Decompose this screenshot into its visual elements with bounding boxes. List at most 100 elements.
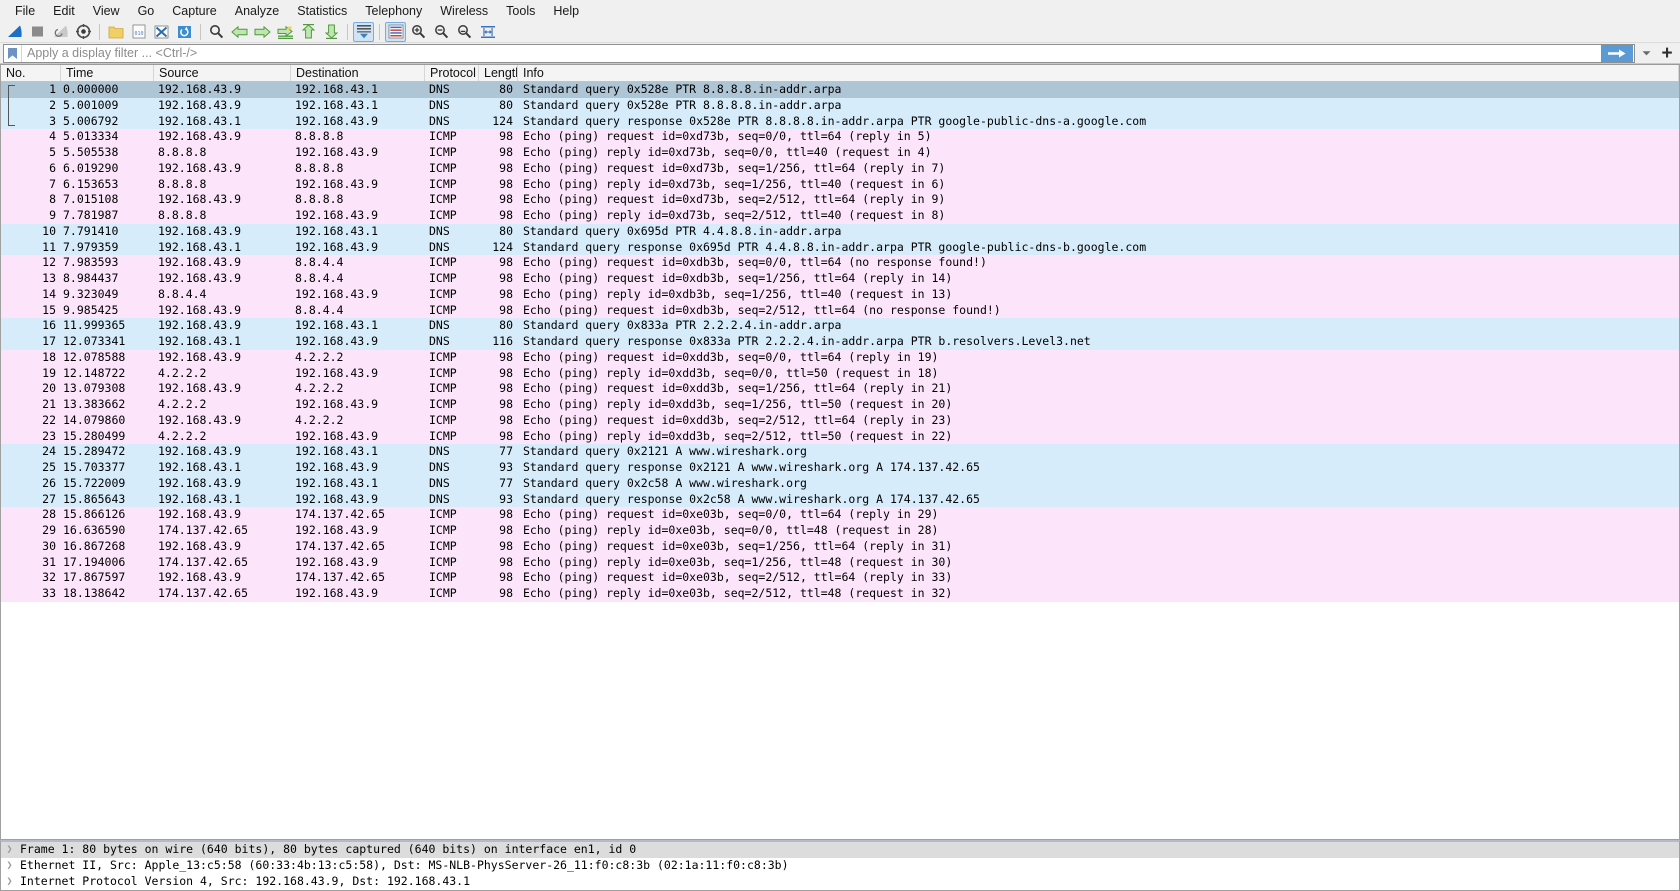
colorize-icon[interactable] bbox=[385, 21, 406, 42]
chevron-right-icon[interactable]: ❯ bbox=[1, 858, 18, 874]
table-row[interactable]: 29 16.636590 174.137.42.65 192.168.43.9 ICMP… bbox=[1, 523, 1679, 539]
start-capture-icon[interactable] bbox=[4, 22, 25, 42]
table-row[interactable]: 18 12.078588 192.168.43.9 4.2.2.2 ICMP 98 Echo… bbox=[1, 349, 1679, 366]
zoom-out-icon[interactable] bbox=[431, 22, 452, 42]
table-row[interactable]: 19 12.148722 4.2.2.2 192.168.43.9 ICMP 98 Echo… bbox=[1, 365, 1679, 382]
display-filter-input[interactable]: Apply a display filter ... <Ctrl-/> bbox=[3, 43, 1635, 63]
cell-destination: 192.168.43.9 bbox=[295, 428, 379, 443]
menu-item-help[interactable]: Help bbox=[544, 1, 588, 21]
resize-columns-icon[interactable] bbox=[477, 22, 498, 42]
table-row[interactable]: 1 0.000000 192.168.43.9 192.168.43.1 DNS 80 St… bbox=[1, 82, 1679, 98]
menu-item-wireless[interactable]: Wireless bbox=[431, 1, 497, 21]
menu-item-telephony[interactable]: Telephony bbox=[356, 1, 431, 21]
table-row[interactable]: 2 5.001009 192.168.43.9 192.168.43.1 DNS 80 St… bbox=[1, 97, 1679, 114]
table-row[interactable]: 28 15.866126 192.168.43.9 174.137.42.65 ICMP… bbox=[1, 507, 1679, 523]
packet-detail-row[interactable]: ❯ Internet Protocol Version 4, Src: 192.1… bbox=[1, 874, 1679, 890]
cell-source: 174.137.42.65 bbox=[158, 523, 249, 537]
go-back-icon[interactable] bbox=[229, 22, 250, 42]
menu-item-edit[interactable]: Edit bbox=[44, 1, 84, 21]
open-file-icon[interactable] bbox=[105, 22, 126, 42]
packet-detail-row[interactable]: ❯ Frame 1: 80 bytes on wire (640 bits), 8… bbox=[1, 842, 1679, 859]
column-header-length[interactable]: Length bbox=[479, 65, 518, 81]
menu-item-analyze[interactable]: Analyze bbox=[226, 1, 288, 21]
table-row[interactable]: 22 14.079860 192.168.43.9 4.2.2.2 ICMP 98 Echo… bbox=[1, 412, 1679, 429]
table-row[interactable]: 31 17.194006 174.137.42.65 192.168.43.9 ICMP… bbox=[1, 554, 1679, 571]
table-row[interactable]: 3 5.006792 192.168.43.1 192.168.43.9 DNS 124 S… bbox=[1, 113, 1679, 130]
column-header-protocol[interactable]: Protocol bbox=[425, 65, 479, 81]
cell-time: 15.865643 bbox=[63, 491, 126, 506]
menu-item-view[interactable]: View bbox=[84, 1, 129, 21]
go-forward-icon[interactable] bbox=[252, 22, 273, 42]
cell-time: 6.153653 bbox=[63, 176, 119, 191]
apply-filter-arrow-icon[interactable] bbox=[1601, 44, 1633, 62]
menu-item-tools[interactable]: Tools bbox=[497, 1, 544, 21]
cell-protocol: ICMP bbox=[429, 192, 457, 207]
cell-length: 77 bbox=[499, 475, 513, 490]
cell-source: 174.137.42.65 bbox=[158, 586, 249, 600]
go-last-packet-icon[interactable] bbox=[321, 22, 342, 42]
cell-destination: 192.168.43.1 bbox=[295, 475, 379, 490]
chevron-right-icon[interactable]: ❯ bbox=[1, 874, 18, 890]
menu-item-go[interactable]: Go bbox=[129, 1, 164, 21]
cell-destination: 192.168.43.1 bbox=[295, 444, 379, 459]
restart-capture-icon[interactable] bbox=[50, 22, 71, 42]
menu-item-file[interactable]: File bbox=[6, 1, 44, 21]
table-row[interactable]: 12 7.983593 192.168.43.9 8.8.4.4 ICMP 98 Echo … bbox=[1, 255, 1679, 271]
cell-info: Echo (ping) reply id=0xdd3b, seq=1/256, … bbox=[523, 397, 953, 411]
go-first-packet-icon[interactable] bbox=[298, 22, 319, 42]
table-row[interactable]: 17 12.073341 192.168.43.1 192.168.43.9 DNS 11… bbox=[1, 334, 1679, 350]
find-packet-icon[interactable] bbox=[206, 22, 227, 42]
table-row[interactable]: 14 9.323049 8.8.4.4 192.168.43.9 ICMP 98 Echo … bbox=[1, 286, 1679, 303]
auto-scroll-icon[interactable] bbox=[353, 21, 374, 42]
column-header-destination[interactable]: Destination bbox=[291, 65, 425, 81]
cell-no: 27 bbox=[42, 491, 56, 506]
bookmark-icon[interactable] bbox=[4, 44, 22, 62]
table-row[interactable]: 23 15.280499 4.2.2.2 192.168.43.9 ICMP 98 Echo… bbox=[1, 428, 1679, 445]
table-row[interactable]: 5 5.505538 8.8.8.8 192.168.43.9 ICMP 98 Echo (… bbox=[1, 145, 1679, 161]
table-row[interactable]: 4 5.013334 192.168.43.9 8.8.8.8 ICMP 98 Echo (… bbox=[1, 129, 1679, 145]
chevron-right-icon[interactable]: ❯ bbox=[1, 842, 18, 858]
table-row[interactable]: 16 11.999365 192.168.43.9 192.168.43.1 DNS 80… bbox=[1, 318, 1679, 334]
table-row[interactable]: 30 16.867268 192.168.43.9 174.137.42.65 ICMP… bbox=[1, 538, 1679, 555]
go-to-packet-icon[interactable] bbox=[275, 22, 296, 42]
zoom-reset-icon[interactable] bbox=[454, 22, 475, 42]
table-row[interactable]: 10 7.791410 192.168.43.9 192.168.43.1 DNS 80 S… bbox=[1, 223, 1679, 240]
cell-destination: 192.168.43.1 bbox=[295, 97, 379, 112]
table-row[interactable]: 13 8.984437 192.168.43.9 8.8.4.4 ICMP 98 Echo … bbox=[1, 271, 1679, 287]
packet-detail-row[interactable]: ❯ Ethernet II, Src: Apple_13:c5:58 (60:33… bbox=[1, 858, 1679, 874]
table-row[interactable]: 20 13.079308 192.168.43.9 4.2.2.2 ICMP 98 Echo… bbox=[1, 381, 1679, 397]
menu-item-statistics[interactable]: Statistics bbox=[288, 1, 356, 21]
column-header-time[interactable]: Time bbox=[61, 65, 154, 81]
table-row[interactable]: 33 18.138642 174.137.42.65 192.168.43.9 ICMP… bbox=[1, 586, 1679, 602]
table-row[interactable]: 9 7.781987 8.8.8.8 192.168.43.9 ICMP 98 Echo (… bbox=[1, 208, 1679, 224]
table-row[interactable]: 26 15.722009 192.168.43.9 192.168.43.1 DNS 77… bbox=[1, 475, 1679, 492]
chevron-down-icon[interactable] bbox=[1636, 44, 1656, 63]
save-file-icon[interactable]: 010 bbox=[128, 22, 149, 42]
menu-item-capture[interactable]: Capture bbox=[163, 1, 225, 21]
column-header-info[interactable]: Info bbox=[518, 65, 1679, 81]
capture-options-icon[interactable] bbox=[73, 22, 94, 42]
packet-list-rows[interactable]: 1 0.000000 192.168.43.9 192.168.43.1 DNS 80 St… bbox=[1, 82, 1679, 839]
column-header-no[interactable]: No. bbox=[1, 65, 61, 81]
table-row[interactable]: 8 7.015108 192.168.43.9 8.8.8.8 ICMP 98 Echo (… bbox=[1, 192, 1679, 208]
table-row[interactable]: 32 17.867597 192.168.43.9 174.137.42.65 ICMP… bbox=[1, 570, 1679, 586]
cell-info: Echo (ping) request id=0xe03b, seq=1/256… bbox=[523, 538, 953, 553]
table-row[interactable]: 15 9.985425 192.168.43.9 8.8.4.4 ICMP 98 Echo … bbox=[1, 302, 1679, 319]
reload-file-icon[interactable] bbox=[174, 22, 195, 42]
table-row[interactable]: 21 13.383662 4.2.2.2 192.168.43.9 ICMP 98 Echo… bbox=[1, 397, 1679, 413]
cell-no: 33 bbox=[42, 586, 56, 600]
stop-capture-icon[interactable] bbox=[27, 22, 48, 42]
table-row[interactable]: 11 7.979359 192.168.43.1 192.168.43.9 DNS 124… bbox=[1, 239, 1679, 256]
table-row[interactable]: 6 6.019290 192.168.43.9 8.8.8.8 ICMP 98 Echo (… bbox=[1, 160, 1679, 177]
cell-source: 8.8.8.8 bbox=[158, 145, 207, 159]
table-row[interactable]: 27 15.865643 192.168.43.1 192.168.43.9 DNS 93… bbox=[1, 491, 1679, 508]
table-row[interactable]: 24 15.289472 192.168.43.9 192.168.43.1 DNS 77… bbox=[1, 444, 1679, 460]
column-header-source[interactable]: Source bbox=[154, 65, 291, 81]
table-row[interactable]: 25 15.703377 192.168.43.1 192.168.43.9 DNS 93… bbox=[1, 460, 1679, 476]
cell-length: 98 bbox=[499, 523, 513, 537]
add-filter-button[interactable]: + bbox=[1656, 44, 1678, 63]
cell-info: Echo (ping) request id=0xdb3b, seq=1/256… bbox=[523, 271, 953, 285]
close-file-icon[interactable] bbox=[151, 22, 172, 42]
zoom-in-icon[interactable] bbox=[408, 22, 429, 42]
table-row[interactable]: 7 6.153653 8.8.8.8 192.168.43.9 ICMP 98 Echo (… bbox=[1, 176, 1679, 193]
